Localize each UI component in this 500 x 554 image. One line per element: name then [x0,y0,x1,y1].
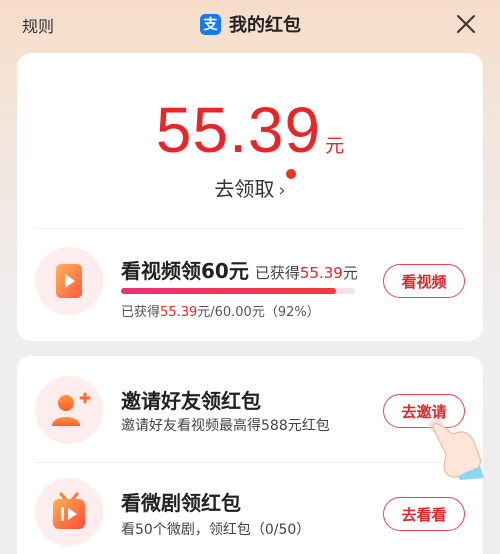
invite-task-icon-bg [35,376,103,444]
balance-card: 55.39 元 去领取 › 看视频领60元 已获得55.39元 看视频 [17,53,483,341]
progress-fill [121,288,337,294]
task-title: 看视频领60元 已获得55.39元 [121,255,358,284]
alipay-logo-icon: 支 [200,13,221,35]
watch-video-button[interactable]: 看视频 [383,264,465,298]
earned-amount: 55.39 [299,264,343,282]
video-task-title: 看视频领60元 [121,259,249,283]
progress-amount: 55.39 [160,305,198,320]
invite-task-subtitle: 邀请好友看视频最高得588元红包 [121,418,330,434]
pointing-hand-icon [429,419,484,480]
notification-dot [286,169,296,179]
drama-task-subtitle: 看50个微剧，领红包（0/50） [121,522,311,538]
drama-task-icon-bg [35,478,103,546]
drama-task-title: 看微剧领红包 [121,491,241,515]
watch-drama-button[interactable]: 去看看 [383,497,465,531]
progress-prefix: 已获得 [121,305,161,320]
tv-drama-icon [53,492,85,529]
rules-link[interactable]: 规则 [22,13,54,37]
tasks-card: 邀请好友领红包 邀请好友看视频最高得588元红包 去邀请 看微剧领红包 看50个… [17,356,483,554]
earned-unit: 元 [342,264,358,282]
video-progress-bar [121,288,355,294]
page-title-group: 支 我的红包 [200,11,301,37]
video-progress-text: 已获得55.39元/60.00元（92%） [121,301,320,320]
chevron-right-icon: › [278,180,286,201]
claim-label: 去领取 [214,177,275,201]
header: 规则 支 我的红包 [0,0,500,50]
close-icon[interactable] [454,12,478,36]
invite-task-title: 邀请好友领红包 [121,389,261,413]
balance-amount: 55.39 [155,94,322,166]
video-task-earned: 已获得55.39元 [255,264,358,282]
video-play-icon [56,264,82,298]
earned-prefix: 已获得 [254,264,300,282]
divider [35,462,465,463]
divider [35,228,465,229]
progress-rest: 元/60.00元（92%） [197,305,320,320]
page-title: 我的红包 [229,15,301,36]
balance-amount-row: 55.39 元 [17,93,483,167]
balance-unit: 元 [325,135,345,157]
video-task-icon-bg [35,247,103,315]
claim-link[interactable]: 去领取 › [17,173,483,202]
add-friend-icon [52,392,91,426]
